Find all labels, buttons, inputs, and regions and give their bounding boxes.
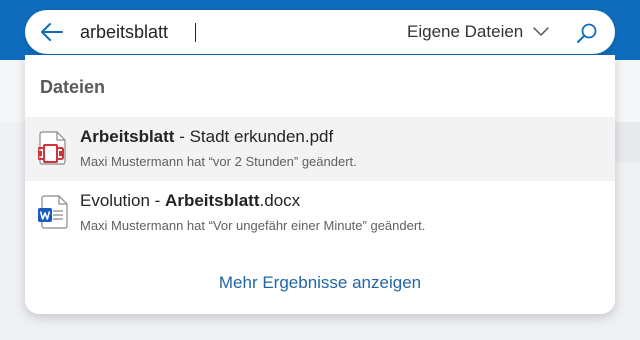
result-title: Arbeitsblatt - Stadt erkunden.pdf — [80, 127, 333, 147]
pdf-file-icon — [38, 131, 66, 165]
back-button[interactable] — [39, 20, 65, 44]
result-meta: Maxi Mustermann hat “vor 2 Stunden” geän… — [80, 154, 357, 169]
scope-label: Eigene Dateien — [407, 22, 524, 41]
title-prefix: Evolution - — [80, 191, 166, 210]
search-input[interactable] — [80, 20, 380, 44]
result-item[interactable]: Evolution - Arbeitsblatt.docx Maxi Muste… — [25, 181, 615, 245]
title-rest: - Stadt erkunden.pdf — [174, 127, 334, 146]
search-icon — [577, 23, 597, 43]
arrow-left-icon — [41, 23, 63, 41]
word-file-icon — [38, 195, 68, 229]
search-button[interactable] — [574, 20, 600, 46]
title-suffix: .docx — [259, 191, 301, 210]
title-highlight: Arbeitsblatt — [80, 127, 175, 146]
search-bar: Eigene Dateien — [25, 10, 615, 54]
search-results-dropdown: Dateien Arbeitsblatt - Stadt erkunden.pd… — [25, 55, 615, 314]
chevron-down-icon — [533, 27, 550, 36]
result-item[interactable]: Arbeitsblatt - Stadt erkunden.pdf Maxi M… — [25, 117, 615, 181]
scope-dropdown[interactable]: Eigene Dateien — [407, 20, 550, 44]
show-more-link[interactable]: Mehr Ergebnisse anzeigen — [25, 273, 615, 293]
result-title: Evolution - Arbeitsblatt.docx — [80, 191, 300, 211]
result-meta: Maxi Mustermann hat “Vor ungefähr einer … — [80, 218, 426, 233]
title-highlight: Arbeitsblatt — [165, 191, 260, 210]
text-caret — [195, 23, 196, 42]
section-title: Dateien — [40, 77, 106, 97]
